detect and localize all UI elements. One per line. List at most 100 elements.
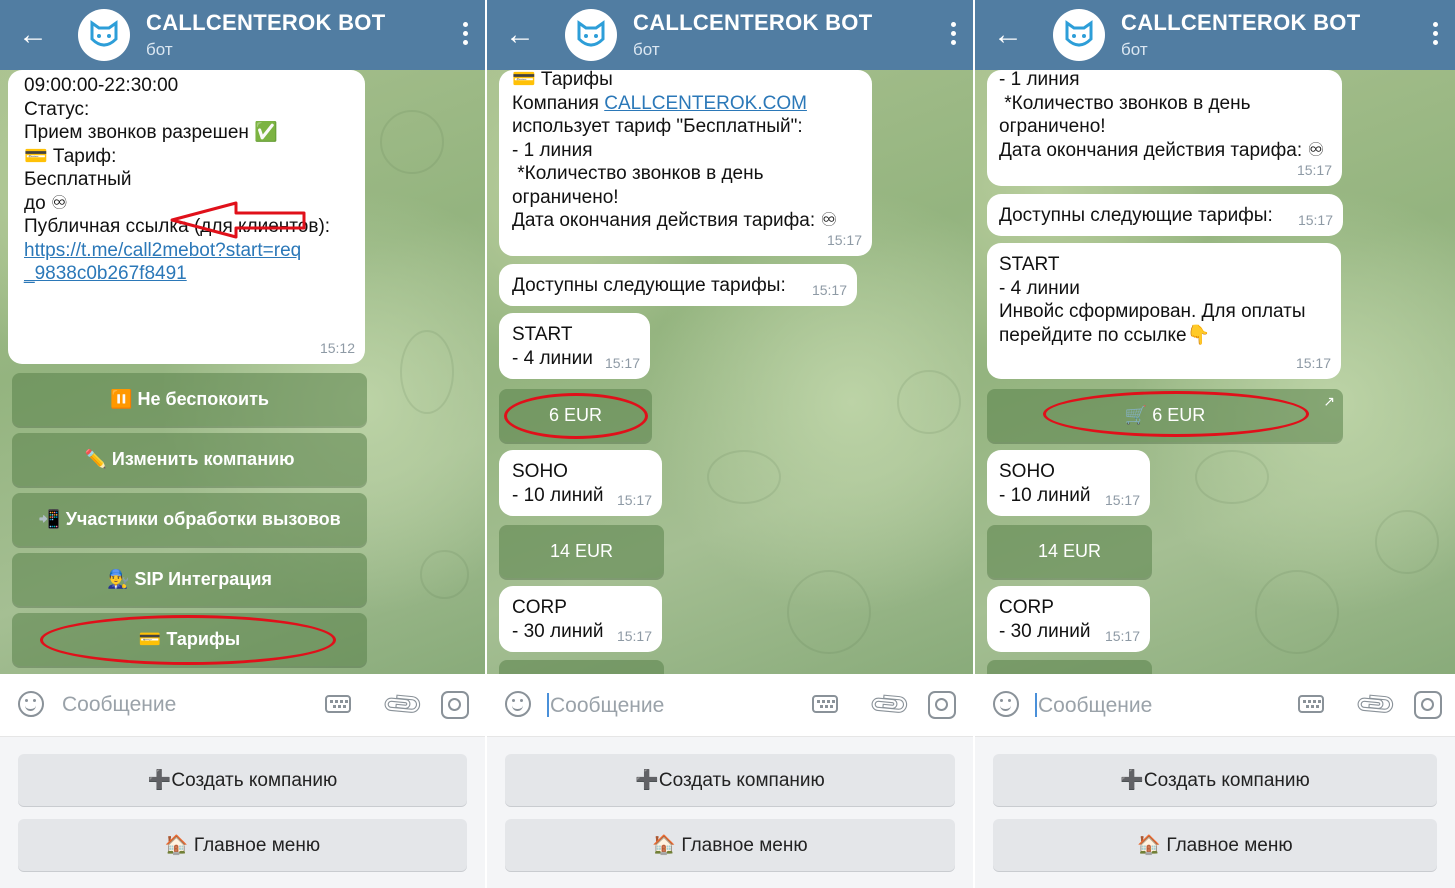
main-menu-button[interactable]: 🏠 Главное меню — [18, 819, 467, 871]
message-line: Бесплатный — [24, 169, 132, 190]
create-company-button[interactable]: ➕Создать компанию — [505, 754, 955, 806]
message-time: 15:17 — [826, 231, 862, 248]
tariffs-button[interactable]: 💳 Тарифы — [12, 613, 367, 666]
plan-name: CORP — [999, 597, 1054, 618]
plan-name: START — [512, 324, 573, 345]
button-label: 👨‍🔧 SIP Интеграция — [107, 569, 272, 589]
message-time: 15:17 — [604, 354, 640, 371]
button-label: ✏️ Изменить компанию — [84, 449, 295, 469]
bot-subtitle: бот — [1121, 40, 1148, 59]
back-arrow-icon[interactable]: ← — [505, 20, 535, 50]
bot-avatar[interactable] — [565, 9, 617, 61]
attach-icon[interactable]: 📎︎ — [379, 680, 427, 728]
camera-icon[interactable] — [1414, 691, 1442, 719]
cat-headset-icon — [90, 20, 118, 47]
text-caret — [547, 693, 549, 717]
plan-name: CORP — [512, 597, 567, 618]
plan-lines: - 10 линий — [512, 484, 604, 506]
sip-integration-button[interactable]: 👨‍🔧 SIP Интеграция — [12, 553, 367, 606]
attach-icon[interactable]: 📎︎ — [1352, 680, 1400, 728]
emoji-icon[interactable] — [18, 691, 44, 717]
screen-1: 09:00:00-22:30:00 Статус: Прием звонков … — [0, 0, 485, 888]
main-menu-button[interactable]: 🏠 Главное меню — [505, 819, 955, 871]
keyboard-icon[interactable] — [325, 695, 351, 713]
message-time: 15:17 — [616, 627, 652, 644]
soho-14eur-button[interactable]: 14 EUR — [499, 525, 664, 578]
keyboard-icon[interactable] — [812, 695, 838, 713]
emoji-icon[interactable] — [505, 691, 531, 717]
plan-lines: - 4 линии — [512, 347, 593, 369]
placeholder-text: Сообщение — [550, 694, 665, 717]
edit-company-button[interactable]: ✏️ Изменить компанию — [12, 433, 367, 486]
company-link[interactable]: CALLCENTEROK.COM — [604, 93, 807, 114]
message-time: 15:17 — [811, 281, 847, 298]
chat-header: ← CALLCENTEROK BOT бот — [975, 0, 1455, 70]
camera-icon[interactable] — [441, 691, 469, 719]
message-time: 15:12 — [319, 339, 355, 356]
message-line: использует тариф "Бесплатный": — [512, 116, 803, 137]
external-link-icon: ↗ — [1323, 393, 1335, 409]
plan-start-message: START - 4 линии 15:17 — [499, 313, 650, 379]
public-link[interactable]: https://t.me/call2mebot?start=req — [24, 239, 330, 263]
plan-name: SOHO — [512, 461, 568, 482]
plan-name: START — [999, 254, 1060, 275]
message-input[interactable]: Сообщение — [1035, 693, 1152, 718]
message-line: Компания CALLCENTEROK.COM — [512, 92, 837, 116]
available-tariffs-message: Доступны следующие тарифы: 15:17 — [987, 194, 1343, 236]
keyboard-icon[interactable] — [1298, 695, 1324, 713]
main-menu-button[interactable]: 🏠 Главное меню — [993, 819, 1437, 871]
message-input[interactable]: Сообщение — [547, 693, 664, 718]
button-label: 📲 Участники обработки вызовов — [38, 509, 341, 529]
corp-button[interactable] — [499, 660, 664, 674]
cat-headset-icon — [577, 20, 605, 47]
more-menu-icon[interactable] — [951, 22, 957, 49]
placeholder-text: Сообщение — [1038, 694, 1153, 717]
message-line: 💳 Тариф: — [24, 145, 117, 167]
message-line: Прием звонков разрешен ✅ — [24, 122, 278, 143]
chat-background: 09:00:00-22:30:00 Статус: Прием звонков … — [0, 70, 485, 674]
message-line: Дата окончания действия тарифа: ♾ — [999, 139, 1325, 161]
bot-name: CALLCENTEROK BOT — [1121, 10, 1361, 35]
back-arrow-icon[interactable]: ← — [18, 20, 48, 50]
message-time: 15:17 — [616, 491, 652, 508]
reply-keyboard: ➕Создать компанию 🏠 Главное меню — [487, 737, 973, 888]
button-label: 14 EUR — [1037, 541, 1102, 561]
message-line: *Количество звонков в день — [512, 163, 764, 184]
message-line: - 1 линия — [999, 70, 1080, 90]
tariff-info-message: 💳 Тарифы Компания CALLCENTEROK.COM испол… — [499, 70, 872, 256]
chat-background: 💳 Тарифы Компания CALLCENTEROK.COM испол… — [487, 70, 973, 674]
message-input-bar: Сообщение 📎︎ — [975, 674, 1455, 737]
emoji-icon[interactable] — [993, 691, 1019, 717]
call-participants-button[interactable]: 📲 Участники обработки вызовов — [12, 493, 367, 546]
bot-avatar[interactable] — [78, 9, 130, 61]
chat-header: ← CALLCENTEROK BOT бот — [0, 0, 485, 70]
reply-keyboard: ➕Создать компанию 🏠 Главное меню — [0, 737, 485, 888]
create-company-button[interactable]: ➕Создать компанию — [993, 754, 1437, 806]
message-time: 15:17 — [1295, 354, 1331, 371]
cat-headset-icon — [1065, 20, 1093, 47]
create-company-button[interactable]: ➕Создать компанию — [18, 754, 467, 806]
camera-icon[interactable] — [928, 691, 956, 719]
plan-lines: - 10 линий — [999, 484, 1091, 506]
annotation-arrow-icon — [170, 201, 306, 239]
plan-lines: - 30 линий — [999, 620, 1091, 642]
back-arrow-icon[interactable]: ← — [993, 20, 1023, 50]
soho-14eur-button[interactable]: 14 EUR — [987, 525, 1152, 578]
public-link-continued[interactable]: _9838c0b267f8491 — [24, 262, 330, 286]
more-menu-icon[interactable] — [1433, 22, 1439, 49]
more-menu-icon[interactable] — [463, 22, 469, 49]
chat-background: - 1 линия *Количество звонков в день огр… — [975, 70, 1455, 674]
plan-soho-message: SOHO - 10 линий 15:17 — [499, 450, 662, 516]
corp-button[interactable] — [987, 660, 1152, 674]
attach-icon[interactable]: 📎︎ — [866, 680, 914, 728]
message-line: Статус: — [24, 98, 90, 120]
do-not-disturb-button[interactable]: ⏸️ Не беспокоить — [12, 373, 367, 426]
bot-subtitle: бот — [633, 40, 660, 59]
pay-6eur-button[interactable]: 🛒 6 EUR ↗ — [987, 389, 1343, 442]
start-6eur-button[interactable]: 6 EUR — [499, 389, 652, 442]
message-line: Дата окончания действия тарифа: ♾ — [512, 210, 838, 231]
message-input[interactable]: Сообщение — [62, 693, 176, 717]
message-time: 15:17 — [1104, 491, 1140, 508]
bot-avatar[interactable] — [1053, 9, 1105, 61]
reply-keyboard: ➕Создать компанию 🏠 Главное меню — [975, 737, 1455, 888]
